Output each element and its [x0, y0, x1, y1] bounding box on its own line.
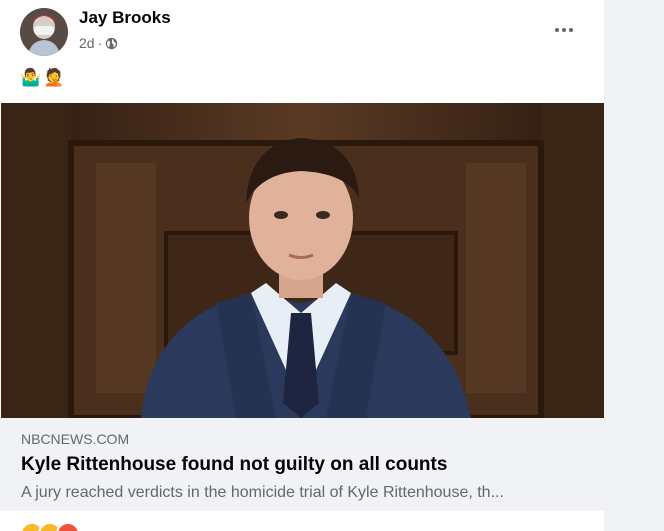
more-horizontal-icon: [555, 28, 559, 32]
more-dot: [562, 28, 566, 32]
author-avatar[interactable]: [20, 8, 68, 56]
article-photo: [1, 103, 604, 418]
avatar-image: [20, 8, 68, 56]
post-text: 🤷‍♂️🤦: [20, 68, 67, 87]
post-meta: 2d ·: [79, 35, 118, 51]
author-name[interactable]: Jay Brooks: [79, 8, 171, 28]
link-domain: NBCNEWS.COM: [21, 431, 130, 447]
post-time[interactable]: 2d: [79, 35, 95, 51]
more-options-button[interactable]: [548, 16, 580, 44]
post-header: Jay Brooks 2d · 🤷‍♂️🤦: [0, 0, 604, 100]
more-dot: [569, 28, 573, 32]
meta-separator: ·: [97, 35, 103, 51]
link-description: A jury reached verdicts in the homicide …: [21, 484, 504, 501]
link-preview-image[interactable]: i: [1, 103, 604, 418]
globe-icon: [106, 37, 118, 49]
feed-post: Jay Brooks 2d · 🤷‍♂️🤦: [0, 0, 604, 531]
reactions-summary[interactable]: [20, 522, 80, 531]
link-preview[interactable]: NBCNEWS.COM Kyle Rittenhouse found not g…: [0, 418, 604, 511]
link-title[interactable]: Kyle Rittenhouse found not guilty on all…: [21, 454, 447, 476]
love-icon: [56, 522, 80, 531]
